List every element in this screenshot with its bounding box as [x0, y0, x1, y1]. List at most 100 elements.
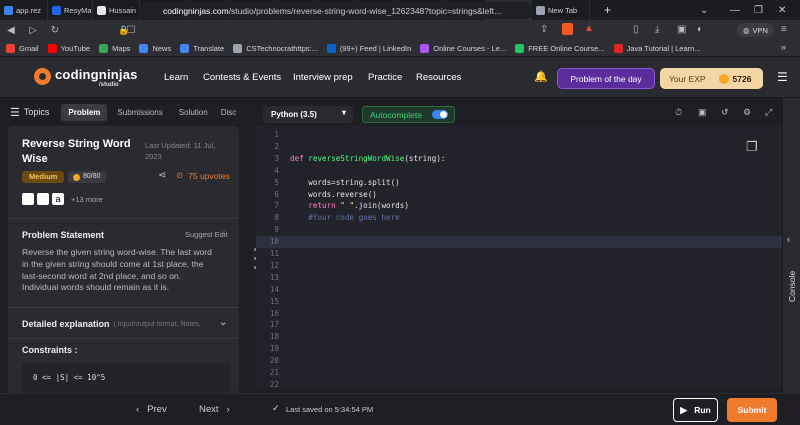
line-number: 13 — [269, 272, 279, 282]
line-number: 17 — [269, 320, 279, 330]
code-line: 11 — [256, 248, 782, 260]
tab-problem[interactable]: Problem — [61, 103, 108, 121]
problem-of-the-day-button[interactable]: Problem of the day — [557, 68, 655, 89]
bookmark-item[interactable]: CSTechnocrathttps:... — [233, 44, 318, 53]
reset-icon[interactable]: ↺ — [721, 107, 729, 118]
submit-button[interactable]: Submit — [727, 398, 777, 422]
close-window-icon[interactable]: ✕ — [778, 0, 786, 20]
fullscreen-icon[interactable]: ⤢ — [765, 107, 772, 118]
amazon-logo-icon[interactable]: a — [52, 193, 64, 205]
browser-tab[interactable]: ResyMa — [48, 0, 93, 20]
line-number: 20 — [269, 356, 279, 366]
statement-line: Reverse the given string word-wise. The … — [22, 247, 212, 257]
save-icon[interactable]: ▣ — [698, 107, 707, 118]
tab-solution[interactable]: Solution — [179, 108, 208, 117]
back-icon[interactable]: ◀ — [0, 25, 22, 36]
line-number: 4 — [274, 165, 279, 175]
chevron-down-icon[interactable]: ⌄ — [219, 317, 227, 328]
bookmark-item[interactable]: Online Courses - Le... — [420, 44, 506, 53]
last-updated-line2: 2023 — [145, 152, 162, 161]
sidebar-icon[interactable]: ▯ — [633, 24, 639, 35]
tab-search-icon[interactable]: ⌄ — [700, 0, 708, 20]
bookmark-item[interactable]: Translate — [180, 44, 224, 53]
forward-icon[interactable]: ▷ — [22, 25, 44, 36]
bookmark-label: CSTechnocrathttps:... — [246, 44, 318, 53]
company-logo-icon[interactable] — [22, 193, 34, 205]
bookmark-item[interactable]: Java Tutorial | Learn... — [613, 44, 701, 53]
suggest-edit-link[interactable]: Suggest Edit — [185, 230, 228, 239]
code-line: 14 — [256, 284, 782, 296]
restore-icon[interactable]: ❐ — [754, 0, 763, 20]
language-select[interactable]: Python (3.5) ▾ — [263, 106, 353, 123]
exp-badge[interactable]: Your EXP 5726 — [660, 68, 763, 89]
url-field[interactable]: codingninjas.com/studio/problems/reverse… — [139, 2, 534, 19]
coding-ninjas-logo-icon[interactable] — [34, 68, 51, 85]
tab-favicon-icon — [4, 5, 13, 15]
tab-discuss[interactable]: Disc — [221, 108, 237, 117]
bookmark-item[interactable]: News — [139, 44, 171, 53]
line-number: 14 — [269, 284, 279, 294]
vpn-button[interactable]: ◍ VPN — [737, 23, 774, 37]
hamburger-menu-icon[interactable]: ☰ — [777, 70, 788, 84]
minimize-icon[interactable]: — — [730, 0, 740, 20]
console-panel-toggle[interactable]: ‹ Console — [782, 98, 800, 393]
footer-bar: ‹ Prev Next › ✓ Last saved on 5:34:54 PM… — [0, 393, 800, 425]
menu-icon[interactable]: ≡ — [781, 24, 787, 35]
detailed-explanation-toggle[interactable]: Detailed explanation ( Input/output form… — [22, 319, 232, 329]
wallet-icon[interactable]: ▣ — [677, 24, 686, 35]
autocomplete-switch[interactable] — [432, 110, 448, 119]
nav-contests-events[interactable]: Contests & Events — [203, 72, 281, 83]
brave-rewards-icon[interactable]: ▲ — [584, 23, 594, 34]
extensions-icon[interactable]: ◐ — [697, 24, 703, 35]
new-tab-button[interactable]: + — [604, 3, 611, 17]
company-logo-icon[interactable] — [37, 193, 49, 205]
notification-bell-icon[interactable]: 🔔 — [534, 70, 548, 83]
line-number: 21 — [269, 368, 279, 377]
prev-button[interactable]: ‹ Prev — [136, 404, 167, 415]
share-icon[interactable]: ⇪ — [540, 24, 548, 35]
bookmark-favicon-icon — [139, 44, 149, 53]
browser-tab[interactable]: app.rez — [0, 0, 48, 20]
topics-toggle[interactable]: ☰ Topics — [10, 106, 49, 119]
logo-text[interactable]: codingninjas — [55, 67, 138, 82]
code-line: 3 def reverseStringWordWise(string): — [256, 153, 782, 165]
bookmark-item[interactable]: YouTube — [47, 44, 90, 53]
bookmark-item[interactable]: (99+) Feed | LinkedIn — [326, 44, 411, 53]
bookmarks-more-icon[interactable]: » — [781, 42, 786, 52]
tab-favicon-icon — [97, 5, 106, 15]
code-token: .join(words) — [354, 201, 409, 211]
settings-gear-icon[interactable]: ⚙ — [743, 107, 751, 118]
next-button[interactable]: Next › — [199, 404, 230, 415]
brave-shield-icon[interactable] — [562, 23, 573, 35]
code-editor[interactable]: 1 2 3 def reverseStringWordWise(string): 4 5 … — [256, 126, 782, 389]
bookmark-label: Maps — [112, 44, 131, 53]
bookmark-favicon-icon — [326, 44, 336, 53]
run-button[interactable]: ▶ Run — [673, 398, 718, 422]
browser-tab[interactable]: Hussain — [93, 0, 140, 20]
copy-icon[interactable]: ❐ — [746, 139, 758, 155]
line-number: 22 — [269, 379, 279, 389]
divider — [8, 307, 239, 308]
nav-resources[interactable]: Resources — [416, 72, 461, 83]
timer-icon[interactable]: ⏱ — [675, 107, 682, 118]
reload-icon[interactable]: ↻ — [44, 25, 66, 36]
nav-practice[interactable]: Practice — [368, 72, 402, 83]
upvote-icon: ⊙ — [176, 170, 184, 180]
tab-submissions[interactable]: Submissions — [117, 108, 162, 117]
bookmark-item[interactable]: Gmail — [6, 44, 39, 53]
bookmarks-bar: Gmail YouTube Maps News Translate CSTechnocra… — [0, 41, 800, 57]
nav-interview-prep[interactable]: Interview prep — [293, 72, 353, 83]
bookmark-item[interactable]: FREE Online Course... — [515, 44, 605, 53]
bookmark-favicon-icon — [613, 44, 623, 53]
nav-learn[interactable]: Learn — [164, 72, 188, 83]
share-problem-icon[interactable]: ⋖ — [158, 170, 166, 181]
autocomplete-toggle[interactable]: Autocomplete — [362, 106, 455, 123]
download-icon[interactable]: ⤓ — [655, 24, 659, 35]
vpn-icon: ◍ — [743, 25, 750, 35]
bookmark-item[interactable]: Maps — [99, 44, 130, 53]
bookmark-list: Gmail YouTube Maps News Translate CSTechnocra… — [6, 44, 710, 53]
browser-tab[interactable]: New Tab — [532, 0, 590, 20]
upvote-button[interactable]: ⊙ 75 upvotes — [176, 170, 230, 181]
score-value: 80/80 — [83, 173, 101, 180]
companies-more[interactable]: +13 more — [71, 195, 103, 204]
